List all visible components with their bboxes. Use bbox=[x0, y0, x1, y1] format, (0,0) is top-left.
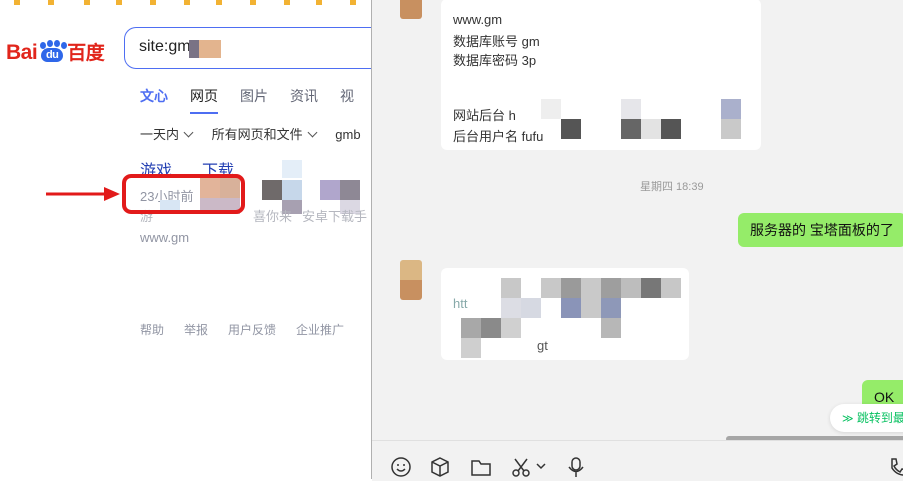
annotation-arrow-icon bbox=[46, 187, 120, 201]
tab-webpage[interactable]: 网页 bbox=[190, 86, 218, 114]
search-tabs: 文心 网页 图片 资讯 视 bbox=[140, 86, 376, 114]
redaction-blur bbox=[320, 180, 340, 200]
redaction-blur bbox=[282, 160, 302, 178]
redaction-blur bbox=[541, 99, 561, 119]
tab-images[interactable]: 图片 bbox=[240, 86, 268, 106]
message-line: gt bbox=[537, 338, 548, 353]
redaction-blur bbox=[641, 119, 661, 139]
redaction-blur bbox=[481, 318, 501, 338]
tab-wenxin[interactable]: 文心 bbox=[140, 86, 168, 106]
redaction-blur bbox=[561, 298, 581, 318]
redaction-blur bbox=[501, 298, 521, 318]
redaction-blur bbox=[601, 298, 621, 318]
tab-news[interactable]: 资讯 bbox=[290, 86, 318, 106]
logo-text-left: Bai bbox=[6, 41, 38, 64]
folder-icon[interactable] bbox=[470, 456, 492, 478]
redaction-blur bbox=[601, 278, 621, 298]
footer-enterprise[interactable]: 企业推广 bbox=[296, 323, 344, 337]
scissors-icon[interactable] bbox=[510, 456, 532, 478]
footer-feedback[interactable]: 用户反馈 bbox=[228, 323, 276, 337]
jump-label: 跳转到最 bbox=[856, 411, 903, 425]
filter-time[interactable]: 一天内 bbox=[140, 127, 194, 142]
chat-input-toolbar bbox=[372, 440, 903, 481]
message-line: 网站后台 h bbox=[453, 108, 516, 123]
redaction-blur bbox=[461, 318, 481, 338]
filter-site[interactable]: gmb bbox=[335, 127, 360, 142]
redaction-blur bbox=[721, 119, 741, 139]
box-icon[interactable] bbox=[429, 456, 451, 478]
redaction-blur bbox=[340, 180, 360, 200]
chevron-down-icon[interactable] bbox=[535, 456, 547, 478]
result-url[interactable]: www.gm bbox=[140, 230, 189, 245]
top-strip bbox=[0, 0, 372, 8]
filter-bar: 一天内 所有网页和文件 gmb bbox=[140, 124, 377, 143]
message-line: 数据库账号 gm bbox=[453, 34, 540, 49]
chat-window: www.gm 数据库账号 gm 数据库密码 3p 网站后台 h 后台用户名 fu… bbox=[371, 0, 903, 481]
phone-icon[interactable] bbox=[887, 456, 903, 478]
microphone-icon[interactable] bbox=[565, 456, 587, 478]
redaction-blur bbox=[581, 278, 601, 298]
redaction-blur bbox=[282, 180, 302, 200]
redaction-blur bbox=[721, 99, 741, 119]
redaction-blur bbox=[461, 338, 481, 358]
chevron-down-icon bbox=[307, 127, 318, 138]
message-bubble-credentials[interactable]: www.gm 数据库账号 gm 数据库密码 3p 网站后台 h 后台用户名 fu… bbox=[441, 0, 761, 150]
redaction-blur bbox=[199, 40, 221, 58]
message-line: 后台用户名 fufu bbox=[453, 129, 544, 144]
logo-text-cn: 百度 bbox=[67, 43, 105, 64]
redaction-blur bbox=[501, 318, 521, 338]
filter-scope[interactable]: 所有网页和文件 bbox=[211, 127, 318, 142]
paw-icon: du bbox=[37, 40, 68, 62]
jump-to-latest-button[interactable]: ≫ 跳转到最 bbox=[830, 404, 903, 432]
chat-timestamp: 星期四 18:39 bbox=[640, 181, 704, 193]
contact-avatar[interactable] bbox=[400, 260, 422, 300]
redaction-blur bbox=[621, 119, 641, 139]
baidu-logo[interactable]: Bai du 百度 bbox=[6, 38, 105, 65]
message-line: 数据库密码 3p bbox=[453, 53, 537, 68]
filter-scope-label: 所有网页和文件 bbox=[211, 127, 303, 142]
my-message-bubble[interactable]: 服务器的 宝塔面板的了 bbox=[738, 213, 903, 247]
filter-time-label: 一天内 bbox=[140, 127, 180, 142]
redaction-blur bbox=[661, 119, 681, 139]
redaction-blur bbox=[601, 318, 621, 338]
double-chevron-down-icon: ≫ bbox=[842, 413, 854, 425]
result-snippet-3: 安卓下载手 bbox=[302, 209, 368, 224]
redaction-blur bbox=[641, 278, 661, 298]
footer-help[interactable]: 帮助 bbox=[140, 323, 164, 337]
emoji-icon[interactable] bbox=[390, 456, 412, 478]
chevron-down-icon bbox=[183, 127, 194, 138]
redaction-blur bbox=[621, 99, 641, 119]
redaction-blur bbox=[262, 180, 282, 200]
message-line: htt bbox=[453, 296, 468, 311]
annotation-highlight-box bbox=[122, 174, 245, 214]
redaction-blur bbox=[501, 278, 521, 298]
message-bubble-link[interactable]: htt gt bbox=[441, 268, 689, 360]
redaction-blur bbox=[541, 278, 561, 298]
redaction-blur bbox=[561, 278, 581, 298]
tab-video[interactable]: 视 bbox=[340, 86, 354, 106]
redaction-blur bbox=[581, 298, 601, 318]
contact-avatar[interactable] bbox=[400, 0, 422, 19]
footer-report[interactable]: 举报 bbox=[184, 323, 208, 337]
footer-links: 帮助 举报 用户反馈 企业推广 bbox=[140, 321, 364, 338]
redaction-blur bbox=[561, 119, 581, 139]
result-snippet-2: 喜你来 bbox=[253, 209, 293, 224]
search-box[interactable] bbox=[124, 27, 394, 69]
redaction-blur bbox=[521, 298, 541, 318]
redaction-blur bbox=[661, 278, 681, 298]
logo-paw-text: du bbox=[41, 48, 64, 62]
redaction-blur bbox=[189, 40, 199, 58]
message-line: www.gm bbox=[453, 12, 503, 27]
redaction-blur bbox=[621, 278, 641, 298]
